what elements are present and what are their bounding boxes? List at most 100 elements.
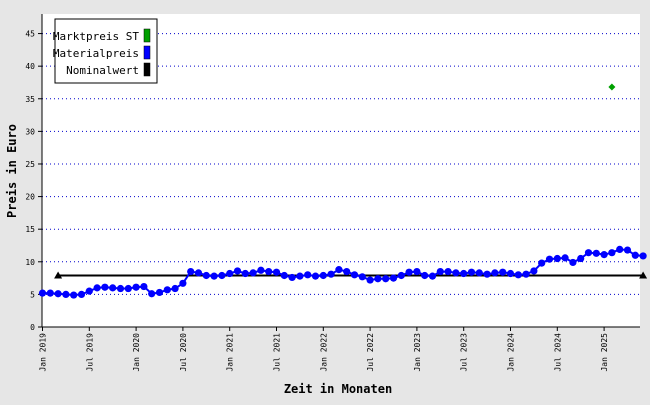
materialpreis-point-3 [62, 290, 70, 298]
materialpreis-point-1 [46, 289, 54, 297]
materialpreis-point-9 [109, 284, 117, 292]
materialpreis-point-48 [413, 267, 421, 276]
materialpreis-point-13 [140, 282, 148, 291]
x-axis-ticks: Jan 2019 Jul 2019 Jan 2020 Jul 2020 Jan 2021… [39, 327, 609, 372]
materialpreis-point-77 [639, 252, 647, 260]
x-tick-label-0: Jan 2019 [39, 333, 48, 372]
materialpreis-point-69 [577, 254, 585, 263]
materialpreis-point-70 [584, 249, 593, 257]
materialpreis-point-38 [335, 266, 343, 274]
y-tick-label-5: 5 [30, 290, 35, 299]
legend-label-marktpreis: Marktpreis ST [53, 30, 139, 43]
x-tick-label-4: Jan 2021 [226, 333, 235, 372]
materialpreis-point-11 [124, 284, 132, 293]
materialpreis-point-60 [506, 269, 515, 278]
materialpreis-point-61 [514, 271, 522, 279]
materialpreis-point-72 [600, 251, 608, 259]
materialpreis-point-45 [389, 274, 398, 282]
materialpreis-point-42 [366, 276, 374, 284]
x-tick-label-5: Jul 2021 [273, 333, 282, 372]
materialpreis-point-27 [249, 269, 257, 277]
materialpreis-point-18 [179, 279, 187, 287]
materialpreis-point-7 [93, 284, 101, 292]
materialpreis-point-57 [483, 270, 491, 278]
materialpreis-point-63 [530, 267, 538, 275]
materialpreis-point-36 [319, 271, 327, 280]
materialpreis-point-49 [421, 271, 429, 280]
materialpreis-point-71 [592, 249, 600, 257]
y-tick-label-25: 25 [25, 160, 35, 169]
materialpreis-point-32 [288, 273, 296, 282]
materialpreis-point-15 [155, 288, 164, 297]
materialpreis-point-34 [304, 271, 312, 279]
y-tick-label-10: 10 [25, 258, 35, 267]
x-tick-label-9: Jul 2023 [460, 333, 469, 372]
price-chart: 051015202530354045 Jan 2019 Jul 2019 Jan 2… [5, 14, 648, 396]
materialpreis-point-2 [54, 290, 62, 298]
materialpreis-point-75 [623, 246, 632, 254]
materialpreis-point-43 [374, 275, 382, 283]
materialpreis-point-55 [467, 268, 476, 276]
materialpreis-point-51 [436, 267, 444, 276]
materialpreis-point-29 [265, 267, 273, 276]
materialpreis-point-30 [272, 268, 281, 276]
materialpreis-point-66 [553, 254, 561, 263]
materialpreis-point-16 [163, 286, 171, 294]
materialpreis-point-22 [210, 272, 218, 280]
materialpreis-point-47 [405, 268, 413, 276]
y-tick-label-15: 15 [25, 225, 35, 234]
materialpreis-point-10 [116, 284, 125, 293]
materialpreis-point-23 [218, 271, 226, 280]
y-tick-label-40: 40 [25, 62, 35, 71]
materialpreis-point-54 [460, 269, 468, 278]
materialpreis-point-64 [538, 259, 546, 267]
x-tick-label-8: Jan 2023 [413, 333, 422, 372]
x-tick-label-2: Jan 2020 [132, 333, 141, 372]
materialpreis-point-5 [77, 290, 86, 298]
materialpreis-point-33 [296, 272, 304, 280]
materialpreis-point-44 [382, 275, 390, 283]
x-axis-title: Zeit in Monaten [284, 382, 392, 396]
y-tick-label-0: 0 [30, 323, 35, 332]
materialpreis-point-35 [311, 272, 320, 280]
y-tick-label-30: 30 [25, 127, 35, 136]
materialpreis-point-19 [187, 267, 195, 276]
legend-swatch-materialpreis [143, 45, 151, 60]
x-tick-label-12: Jan 2025 [600, 333, 609, 372]
y-axis-title: Preis in Euro [5, 124, 19, 218]
materialpreis-point-40 [350, 271, 359, 279]
materialpreis-point-59 [499, 268, 507, 276]
materialpreis-point-26 [241, 269, 249, 278]
materialpreis-point-68 [569, 258, 577, 267]
materialpreis-point-17 [171, 284, 179, 293]
legend: Marktpreis ST Materialpreis Nominalwert [53, 18, 158, 84]
materialpreis-point-14 [148, 290, 156, 298]
materialpreis-point-8 [101, 283, 109, 291]
materialpreis-point-56 [475, 269, 483, 277]
materialpreis-point-0 [38, 289, 47, 297]
legend-label-nominalwert: Nominalwert [66, 64, 139, 77]
materialpreis-point-74 [616, 245, 624, 254]
materialpreis-point-50 [428, 272, 437, 280]
materialpreis-point-65 [545, 255, 554, 263]
legend-swatch-marktpreis [143, 28, 151, 43]
legend-label-materialpreis: Materialpreis [53, 47, 139, 60]
materialpreis-point-62 [522, 270, 530, 278]
materialpreis-point-21 [202, 271, 210, 280]
x-tick-label-7: Jul 2022 [366, 333, 375, 372]
x-tick-label-3: Jul 2020 [179, 333, 188, 372]
y-tick-label-35: 35 [25, 95, 35, 104]
materialpreis-point-53 [452, 269, 460, 277]
y-tick-label-20: 20 [25, 193, 35, 202]
materialpreis-point-76 [631, 251, 639, 259]
materialpreis-point-28 [257, 266, 265, 274]
materialpreis-point-41 [358, 273, 366, 281]
materialpreis-point-6 [85, 287, 93, 295]
materialpreis-point-20 [194, 269, 203, 277]
materialpreis-point-25 [233, 267, 242, 275]
legend-swatch-nominalwert [143, 62, 151, 77]
y-axis-ticks: 0 5 10 15 20 25 30 35 40 45 [25, 30, 42, 332]
y-tick-label-45: 45 [25, 30, 35, 39]
materialpreis-point-39 [343, 267, 351, 276]
x-tick-label-10: Jan 2024 [507, 333, 516, 372]
